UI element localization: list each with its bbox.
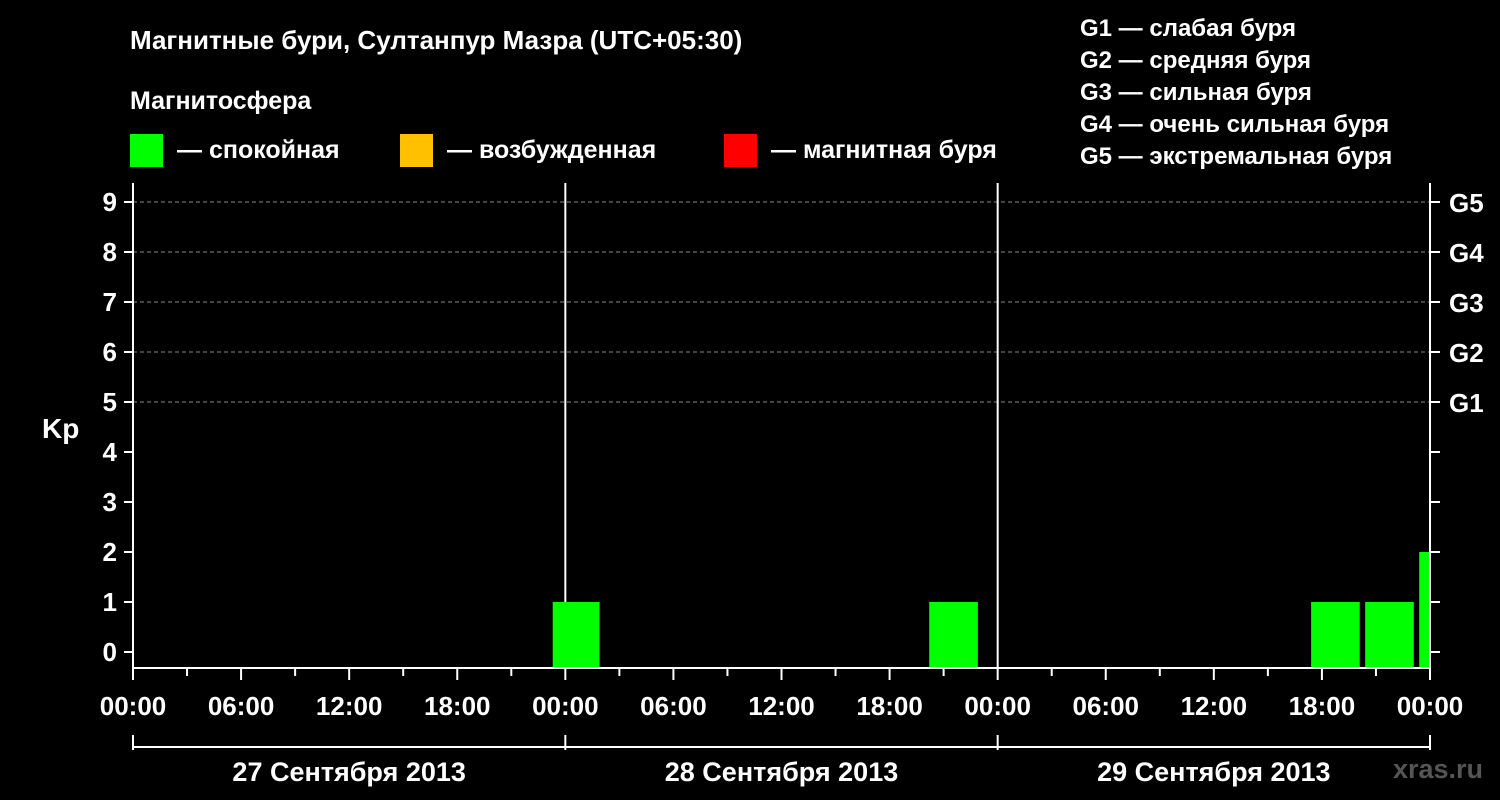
g-level-label-4: G5: [1449, 188, 1484, 218]
status-legend: — спокойная — возбужденная — магнитная бур…: [130, 134, 997, 167]
y-axis-ticks: 0 1 2 3 4 5 6 7 8 9: [103, 187, 133, 667]
day-boundary-lines: [564, 183, 999, 668]
y-tick-label-2: 2: [103, 537, 117, 567]
x-tick-label-5: 06:00: [640, 691, 707, 721]
g-legend-item-1: G2 — средняя буря: [1080, 47, 1311, 74]
x-tick-label-2: 12:00: [316, 691, 383, 721]
legend-label-2: — магнитная буря: [771, 136, 997, 164]
watermark: xras.ru: [1393, 754, 1483, 784]
legend-label-1: — возбужденная: [447, 136, 656, 164]
y-tick-label-7: 7: [103, 287, 117, 317]
day-label-1: 28 Сентября 2013: [665, 757, 898, 787]
chart: Магнитные бури, Султанпур Мазра (UTC+05:…: [42, 15, 1484, 787]
kp-bar-1: [929, 602, 978, 668]
kp-bar-4: [1419, 552, 1430, 668]
day-brackets: 27 Сентября 2013 28 Сентября 2013 29 Сентя…: [132, 735, 1431, 787]
x-axis-ticks: 00:00 06:00 12:00 18:00 00:00 06:00 12:00 18:00…: [100, 668, 1464, 721]
kp-bar-3: [1365, 602, 1414, 668]
y-axis-label: Kp: [42, 413, 79, 444]
y-tick-label-5: 5: [103, 387, 117, 417]
legend-swatch-1: [400, 134, 433, 167]
x-tick-label-9: 06:00: [1073, 691, 1140, 721]
g-legend-item-4: G5 — экстремальная буря: [1080, 143, 1392, 170]
y-tick-label-4: 4: [103, 437, 118, 467]
axes: [132, 183, 1431, 669]
g-level-label-0: G1: [1449, 388, 1484, 418]
g-legend-item-2: G3 — сильная буря: [1080, 79, 1312, 106]
kp-bar-0: [552, 602, 600, 668]
y-tick-label-1: 1: [103, 587, 117, 617]
y-tick-label-3: 3: [103, 487, 117, 517]
y-tick-label-0: 0: [103, 637, 117, 667]
legend-title: Магнитосфера: [130, 87, 312, 115]
grid-lines: [133, 201, 1430, 403]
x-tick-label-1: 06:00: [208, 691, 275, 721]
x-tick-label-0: 00:00: [100, 691, 167, 721]
day-label-0: 27 Сентября 2013: [232, 757, 465, 787]
x-tick-label-7: 18:00: [856, 691, 923, 721]
legend-label-0: — спокойная: [177, 136, 340, 164]
g-level-label-1: G2: [1449, 338, 1484, 368]
x-tick-label-8: 00:00: [964, 691, 1031, 721]
day-label-2: 29 Сентября 2013: [1097, 757, 1330, 787]
x-tick-label-6: 12:00: [748, 691, 815, 721]
y-tick-label-9: 9: [103, 187, 117, 217]
g-scale-legend: G1 — слабая буря G2 — средняя буря G3 — си…: [1080, 15, 1392, 170]
g-level-label-2: G3: [1449, 288, 1484, 318]
kp-bar-2: [1311, 602, 1360, 668]
kp-bars: [552, 552, 1430, 668]
x-tick-label-3: 18:00: [424, 691, 491, 721]
g-legend-item-0: G1 — слабая буря: [1080, 15, 1296, 42]
y-tick-label-8: 8: [103, 237, 117, 267]
chart-title: Магнитные бури, Султанпур Мазра (UTC+05:…: [130, 25, 742, 55]
x-tick-label-12: 00:00: [1397, 691, 1464, 721]
right-axis-ticks: G1 G2 G3 G4 G5: [1430, 188, 1484, 653]
y-tick-label-6: 6: [103, 337, 117, 367]
legend-swatch-2: [724, 134, 757, 167]
g-legend-item-3: G4 — очень сильная буря: [1080, 111, 1389, 138]
x-tick-label-4: 00:00: [532, 691, 599, 721]
x-tick-label-10: 12:00: [1181, 691, 1248, 721]
x-tick-label-11: 18:00: [1289, 691, 1356, 721]
g-level-label-3: G4: [1449, 238, 1484, 268]
legend-swatch-0: [130, 134, 163, 167]
